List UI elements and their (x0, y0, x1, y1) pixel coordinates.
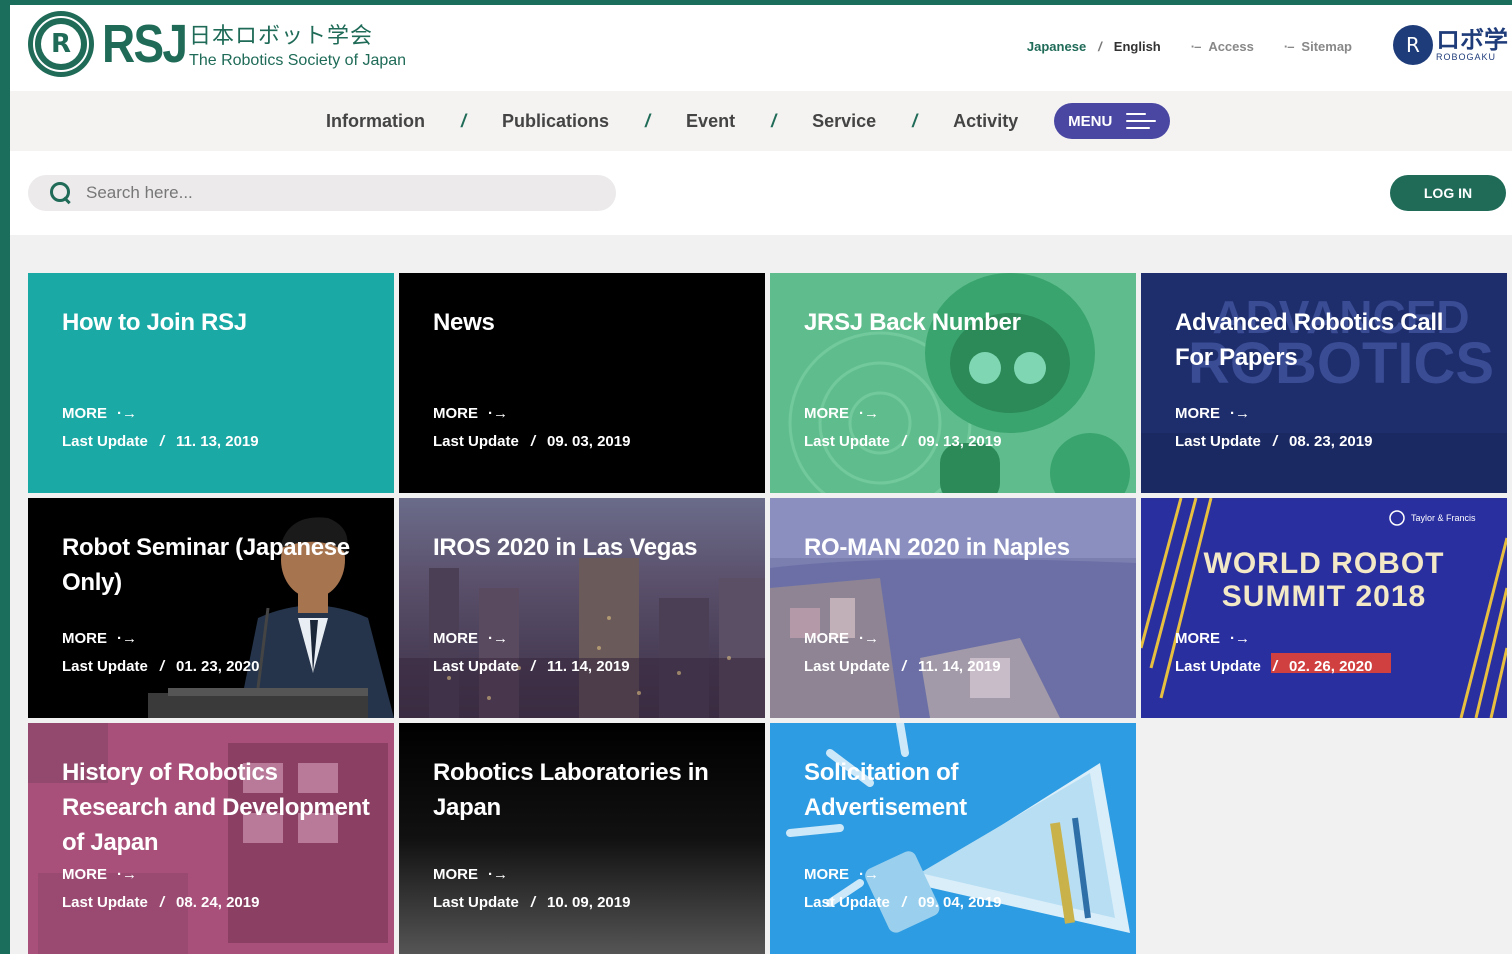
last-update: Last Update/08. 24, 2019 (62, 894, 260, 911)
card-iros-2020[interactable]: IROS 2020 in Las Vegas MORE ·→ Last Updat… (399, 498, 765, 718)
nav-separator: / (771, 110, 777, 131)
top-header: R RSJ 日本ロボット学会 The Robotics Society of J… (10, 5, 1512, 91)
search-bar[interactable] (28, 175, 616, 211)
card-robotics-laboratories[interactable]: Robotics Laboratories in Japan MORE ·→ La… (399, 723, 765, 954)
search-icon (50, 182, 72, 204)
last-update: Last Update/11. 14, 2019 (804, 658, 1001, 675)
arrow-right-icon: ·→ (1230, 630, 1250, 647)
lang-english-link[interactable]: English (1114, 39, 1161, 54)
more-link[interactable]: MORE ·→ (804, 630, 879, 647)
card-history-of-robotics[interactable]: History of Robotics Research and Develop… (28, 723, 394, 954)
card-title: Robot Seminar (Japanese Only) (62, 534, 350, 596)
nav-separator: / (461, 110, 467, 131)
nav-separator: / (645, 110, 651, 131)
arrow-right-icon: ·→ (859, 866, 879, 883)
card-title: History of Robotics Research and Develop… (62, 759, 370, 856)
logo-english: The Robotics Society of Japan (189, 52, 407, 69)
card-solicitation-of-advertisement[interactable]: Solicitation of Advertisement MORE ·→ Las… (770, 723, 1136, 954)
card-news[interactable]: News MORE ·→ Last Update/09. 03, 2019 (399, 273, 765, 493)
more-link[interactable]: MORE ·→ (62, 405, 137, 422)
svg-text:WORLD ROBOT: WORLD ROBOT (1204, 547, 1445, 580)
card-jrsj-back-number[interactable]: JRSJ Back Number MORE ·→ Last Update/09. … (770, 273, 1136, 493)
arrow-right-icon: ·→ (488, 630, 508, 647)
arrow-right-icon: ·→ (859, 630, 879, 647)
page: R RSJ 日本ロボット学会 The Robotics Society of J… (10, 5, 1512, 954)
svg-text:Taylor & Francis: Taylor & Francis (1411, 513, 1476, 523)
nav-event[interactable]: Event (686, 111, 735, 132)
card-title: IROS 2020 in Las Vegas (433, 534, 698, 561)
card-title: Robotics Laboratories in Japan (433, 759, 709, 821)
menu-button[interactable]: MENU (1054, 103, 1171, 139)
arrow-right-icon: ·→ (488, 866, 508, 883)
last-update: Last Update/02. 26, 2020 (1175, 658, 1373, 675)
top-links: Japanese / English ·– Access ·– Sitemap (1027, 39, 1352, 54)
lang-separator: / (1098, 39, 1102, 54)
more-link[interactable]: MORE ·→ (804, 405, 879, 422)
more-link[interactable]: MORE ·→ (62, 866, 137, 883)
card-title: RO-MAN 2020 in Naples (804, 534, 1070, 561)
rsj-seal-icon: R (28, 11, 94, 77)
more-link[interactable]: MORE ·→ (62, 630, 137, 647)
more-link[interactable]: MORE ·→ (433, 866, 508, 883)
last-update: Last Update/09. 13, 2019 (804, 433, 1002, 450)
card-world-robot-summit[interactable]: Taylor & Francis WORLD ROBOT SUMMIT 2018… (1141, 498, 1507, 718)
arrow-right-icon: ·→ (859, 405, 879, 422)
more-link[interactable]: MORE ·→ (1175, 405, 1250, 422)
logo-abbr: RSJ (102, 14, 188, 74)
last-update: Last Update/11. 14, 2019 (433, 658, 630, 675)
access-link[interactable]: ·– Access (1191, 39, 1254, 54)
robogaku-logo[interactable]: R ロボ学 ROBOGAKU (1393, 25, 1508, 65)
arrow-right-icon: ·→ (488, 405, 508, 422)
world-robot-summit-banner: Taylor & Francis WORLD ROBOT SUMMIT 2018 (1141, 498, 1507, 718)
dash-icon: ·– (1190, 39, 1202, 54)
more-link[interactable]: MORE ·→ (804, 866, 879, 883)
card-title: News (433, 309, 495, 336)
more-link[interactable]: MORE ·→ (433, 630, 508, 647)
arrow-right-icon: ·→ (117, 866, 137, 883)
nav-separator: / (912, 110, 918, 131)
logo-japanese: 日本ロボット学会 (189, 24, 374, 49)
more-link[interactable]: MORE ·→ (1175, 630, 1250, 647)
card-robot-seminar[interactable]: Robot Seminar (Japanese Only) MORE ·→ Las… (28, 498, 394, 718)
robogaku-seal-icon: R (1393, 25, 1433, 65)
dash-icon: ·– (1283, 39, 1295, 54)
last-update: Last Update/11. 13, 2019 (62, 433, 259, 450)
search-row: LOG IN (10, 151, 1512, 235)
nav-information[interactable]: Information (326, 111, 425, 132)
last-update: Last Update/09. 03, 2019 (433, 433, 631, 450)
login-button[interactable]: LOG IN (1390, 175, 1506, 211)
card-title: JRSJ Back Number (804, 309, 1021, 336)
card-advanced-robotics[interactable]: ADVANCED ROBOTICS Advanced Robotics Call… (1141, 273, 1507, 493)
card-how-to-join[interactable]: How to Join RSJ MORE ·→ Last Update/11. 1… (28, 273, 394, 493)
robogaku-en: ROBOGAKU (1436, 52, 1497, 62)
nav-activity[interactable]: Activity (953, 111, 1018, 132)
hamburger-icon (1126, 113, 1157, 129)
card-title: Advanced Robotics Call For Papers (1175, 309, 1444, 371)
last-update: Last Update/09. 04, 2019 (804, 894, 1002, 911)
card-title: How to Join RSJ (62, 309, 247, 336)
arrow-right-icon: ·→ (117, 405, 137, 422)
card-title: Solicitation of Advertisement (804, 759, 967, 821)
last-update: Last Update/01. 23, 2020 (62, 658, 260, 675)
robogaku-jp: ロボ学 (1436, 26, 1508, 54)
logo-text: 日本ロボット学会 The Robotics Society of Japan (189, 18, 406, 70)
sitemap-link[interactable]: ·– Sitemap (1284, 39, 1352, 54)
more-link[interactable]: MORE ·→ (433, 405, 508, 422)
search-input[interactable] (86, 183, 586, 203)
card-ro-man-2020[interactable]: RO-MAN 2020 in Naples MORE ·→ Last Update… (770, 498, 1136, 718)
nav-service[interactable]: Service (812, 111, 876, 132)
svg-text:SUMMIT 2018: SUMMIT 2018 (1222, 580, 1426, 613)
lang-japanese-link[interactable]: Japanese (1027, 39, 1086, 54)
arrow-right-icon: ·→ (1230, 405, 1250, 422)
arrow-right-icon: ·→ (117, 630, 137, 647)
rsj-logo[interactable]: R RSJ 日本ロボット学会 The Robotics Society of J… (28, 11, 406, 77)
nav-publications[interactable]: Publications (502, 111, 609, 132)
last-update: Last Update/10. 09, 2019 (433, 894, 631, 911)
last-update: Last Update/08. 23, 2019 (1175, 433, 1373, 450)
main-nav: Information / Publications / Event / Ser… (10, 91, 1512, 151)
